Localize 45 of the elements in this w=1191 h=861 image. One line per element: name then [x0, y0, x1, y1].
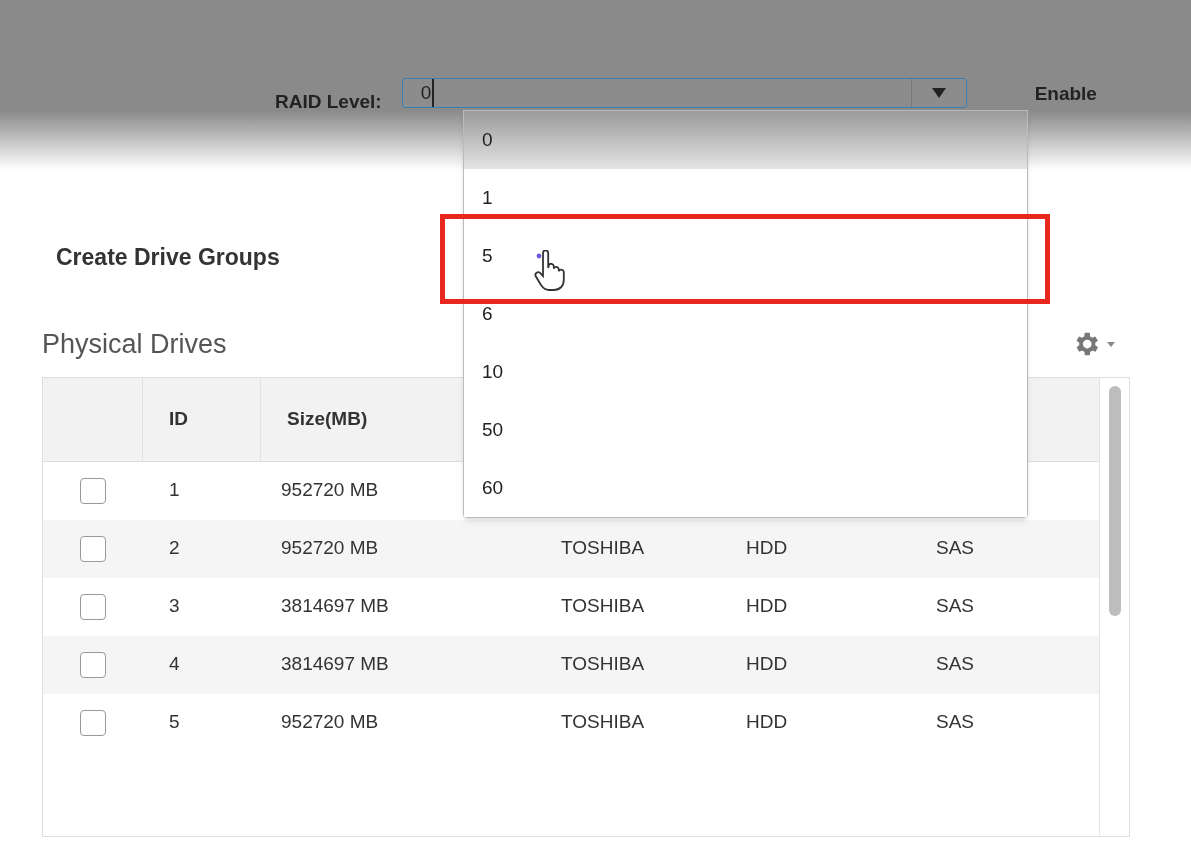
table-cell: SAS	[936, 653, 975, 675]
column-header[interactable]: ID	[169, 404, 188, 434]
table-cell: 3814697 MB	[281, 595, 389, 617]
field-label: Enable	[1034, 82, 1097, 106]
dropdown-option[interactable]: 1	[464, 169, 1027, 227]
table-cell: HDD	[746, 595, 788, 617]
table-cell: 3814697 MB	[281, 653, 389, 675]
dropdown-option[interactable]: 50	[464, 401, 1027, 459]
table-cell: HDD	[746, 711, 788, 733]
table-cell: 3	[169, 595, 180, 617]
column-header[interactable]: Size(MB)	[287, 404, 368, 434]
checkbox[interactable]	[80, 477, 106, 504]
scrollbar-thumb[interactable]	[1108, 385, 1121, 616]
table-cell: 952720 MB	[281, 711, 379, 733]
field-label: RAID Level:	[275, 90, 382, 114]
table-cell: SAS	[936, 711, 975, 733]
dropdown-option[interactable]: 5	[464, 227, 1027, 285]
checkbox[interactable]	[80, 651, 106, 678]
checkbox[interactable]	[80, 709, 106, 736]
hand-cursor-icon	[533, 250, 565, 292]
checkbox[interactable]	[80, 535, 106, 562]
section-title: Create Drive Groups	[56, 243, 280, 272]
caret-icon	[1107, 341, 1115, 347]
table-cell: HDD	[746, 537, 788, 559]
table-cell: SAS	[936, 595, 975, 617]
table-cell: TOSHIBA	[561, 595, 645, 617]
table-cell: SAS	[936, 537, 975, 559]
table-cell: HDD	[746, 653, 788, 675]
dropdown-option[interactable]: 10	[464, 343, 1027, 401]
table-cell: 1	[169, 479, 180, 501]
table-cell: 4	[169, 653, 180, 675]
table-cell: TOSHIBA	[561, 711, 645, 733]
table-cell: 952720 MB	[281, 537, 379, 559]
caret-icon	[931, 88, 946, 98]
table-cell: TOSHIBA	[561, 537, 645, 559]
dropdown-option[interactable]: 0	[464, 111, 1027, 169]
table-cell: 2	[169, 537, 180, 559]
table-cell: TOSHIBA	[561, 653, 645, 675]
raid-level-dropdown[interactable]: 0	[401, 78, 967, 108]
dropdown-option[interactable]: 60	[464, 459, 1027, 517]
table-cell: 5	[169, 711, 180, 733]
checkbox[interactable]	[80, 593, 106, 620]
dropdown-value: 0	[420, 78, 435, 108]
panel-title: Physical Drives	[42, 328, 227, 361]
table-cell: 952720 MB	[281, 479, 379, 501]
